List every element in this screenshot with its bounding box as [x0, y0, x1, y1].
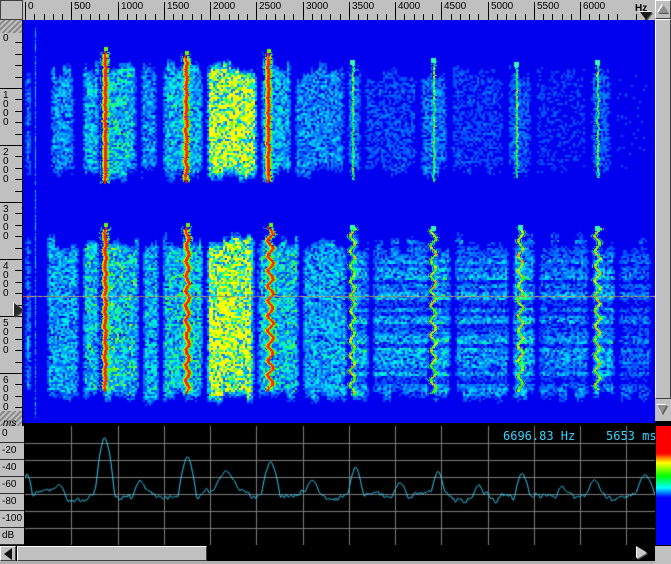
- time-unit-box: ms: [0, 411, 23, 426]
- vertical-scrollbar-thumb[interactable]: [655, 19, 671, 399]
- time-ruler-minor-tick: [15, 65, 22, 66]
- top-ruler-tick-label: 5500: [537, 2, 559, 12]
- top-ruler-major-tick: [441, 2, 442, 20]
- time-ruler-tick-label: 0: [3, 34, 9, 43]
- time-ruler-minor-tick: [15, 134, 22, 135]
- time-ruler-minor-tick: [15, 362, 22, 363]
- scroll-down-button[interactable]: [655, 399, 671, 421]
- db-ruler-cell: -80: [0, 494, 24, 511]
- time-ruler-tick-label: 2 0 0 0: [3, 148, 9, 184]
- top-ruler-major-tick: [303, 2, 304, 20]
- time-ruler-minor-tick: [15, 42, 22, 43]
- time-ruler-minor-tick: [15, 99, 22, 100]
- time-ruler-minor-tick: [15, 122, 22, 123]
- time-ruler-minor-tick: [15, 111, 22, 112]
- frequency-ruler: Hz 0500100015002000250030003500400045005…: [23, 0, 655, 21]
- time-ruler-major-tick: [0, 202, 22, 203]
- time-ruler-minor-tick: [15, 350, 22, 351]
- top-ruler-tick-label: 2000: [213, 2, 235, 12]
- time-ruler: 0 1 0 0 0 2 0 0 0 3 0 0 0 4 0 0 0 5 0 0 0 6 0 …: [0, 20, 23, 426]
- time-ruler-tick-label: 6 0 0 0: [3, 376, 9, 412]
- time-ruler-minor-tick: [15, 396, 22, 397]
- time-ruler-minor-tick: [15, 156, 22, 157]
- corner-box-top-left: [0, 0, 23, 20]
- top-ruler-major-tick: [25, 2, 26, 20]
- time-ruler-minor-tick: [15, 225, 22, 226]
- time-ruler-minor-tick: [15, 282, 22, 283]
- top-ruler-major-tick: [118, 2, 119, 20]
- top-ruler-tick-label: 3500: [352, 2, 374, 12]
- vertical-scrollbar[interactable]: [655, 0, 671, 421]
- time-ruler-minor-tick: [15, 213, 22, 214]
- time-ruler-major-tick: [0, 145, 22, 146]
- arrow-right-icon[interactable]: [637, 547, 647, 559]
- horizontal-scrollbar[interactable]: [0, 546, 655, 561]
- top-ruler-tick-label: 3000: [306, 2, 328, 12]
- time-ruler-major-tick: [0, 88, 22, 89]
- corner-box-bottom-right: [655, 546, 671, 564]
- color-scale-legend: [656, 426, 671, 545]
- time-ruler-minor-tick: [15, 407, 22, 408]
- time-ruler-tick-label: 5 0 0 0: [3, 319, 9, 355]
- time-ruler-minor-tick: [15, 270, 22, 271]
- time-ruler-minor-tick: [15, 293, 22, 294]
- scroll-left-button[interactable]: [0, 546, 16, 561]
- time-ruler-minor-tick: [15, 179, 22, 180]
- top-ruler-major-tick: [210, 2, 211, 20]
- horizontal-scrollbar-thumb[interactable]: [17, 546, 207, 561]
- frequency-cursor-marker[interactable]: [640, 12, 652, 20]
- top-ruler-major-tick: [164, 2, 165, 20]
- db-ruler-cell: -40: [0, 460, 24, 477]
- db-ruler-cell: dB: [0, 528, 24, 545]
- time-ruler-minor-tick: [15, 339, 22, 340]
- time-ruler-tick-label: 1 0 0 0: [3, 91, 9, 127]
- top-ruler-tick-label: 1000: [121, 2, 143, 12]
- top-ruler-tick-label: 1500: [167, 2, 189, 12]
- time-ruler-major-tick: [0, 259, 22, 260]
- arrow-down-icon: [657, 405, 667, 414]
- spectrogram-app-window: Hz 0500100015002000250030003500400045005…: [0, 0, 671, 564]
- ruler-corner-hatch-top: [0, 20, 23, 33]
- time-readout: 5653 ms: [606, 429, 657, 443]
- top-ruler-major-tick: [488, 2, 489, 20]
- top-ruler-major-tick: [534, 2, 535, 20]
- db-ruler-cell: -100: [0, 511, 24, 528]
- time-ruler-minor-tick: [15, 248, 22, 249]
- time-ruler-minor-tick: [15, 191, 22, 192]
- time-ruler-minor-tick: [15, 168, 22, 169]
- db-ruler-cell: -20: [0, 443, 24, 460]
- top-ruler-major-tick: [349, 2, 350, 20]
- top-ruler-major-tick: [256, 2, 257, 20]
- time-ruler-major-tick: [0, 373, 22, 374]
- top-ruler-tick-label: 5000: [491, 2, 513, 12]
- time-ruler-minor-tick: [15, 384, 22, 385]
- top-ruler-tick-label: 4000: [398, 2, 420, 12]
- time-ruler-minor-tick: [15, 236, 22, 237]
- top-ruler-tick-label: 0: [28, 2, 34, 12]
- spectrogram-canvas[interactable]: [23, 20, 655, 423]
- top-ruler-major-tick: [395, 2, 396, 20]
- db-ruler-cell: 0: [0, 426, 24, 443]
- top-ruler-tick-label: 2500: [259, 2, 281, 12]
- top-ruler-major-tick: [580, 2, 581, 20]
- time-ruler-tick-label: 4 0 0 0: [3, 262, 9, 298]
- spectrum-canvas[interactable]: [25, 426, 655, 545]
- time-ruler-minor-tick: [15, 54, 22, 55]
- db-ruler: 0-20-40-60-80-100dB: [0, 426, 25, 545]
- arrow-left-icon: [4, 548, 12, 560]
- top-ruler-major-tick: [71, 2, 72, 20]
- scroll-up-button[interactable]: [655, 0, 671, 19]
- top-ruler-tick-label: 4500: [444, 2, 466, 12]
- db-ruler-cell: -60: [0, 477, 24, 494]
- top-ruler-tick-label: 500: [74, 2, 91, 12]
- time-ruler-minor-tick: [15, 77, 22, 78]
- time-ruler-tick-label: 3 0 0 0: [3, 205, 9, 241]
- frequency-readout: 6696.83 Hz: [503, 429, 575, 443]
- time-ruler-minor-tick: [15, 327, 22, 328]
- top-ruler-tick-label: 6000: [583, 2, 605, 12]
- arrow-up-icon: [658, 5, 668, 13]
